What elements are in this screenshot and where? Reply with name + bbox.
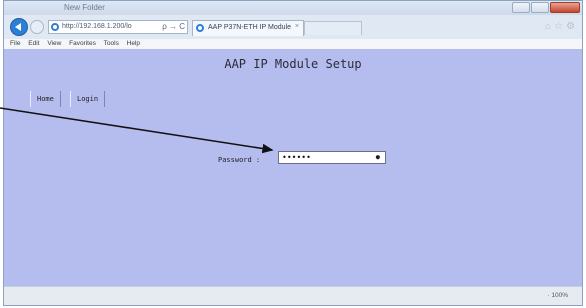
menu-item-tools[interactable]: Tools <box>104 39 119 49</box>
page-content: AAP IP Module Setup Home Login Password … <box>4 49 582 289</box>
tab-active[interactable]: AAP P37N-ETH IP Module × <box>192 20 304 36</box>
forward-button[interactable] <box>30 20 44 34</box>
password-value: •••••• <box>282 153 311 162</box>
tab-close-icon[interactable]: × <box>295 23 299 30</box>
toolbar-icons[interactable]: ⌂☆⚙ <box>545 21 578 32</box>
page-title: AAP IP Module Setup <box>224 57 362 71</box>
menu-item-view[interactable]: View <box>47 39 61 49</box>
new-tab-button[interactable] <box>304 21 362 35</box>
nav-home-link[interactable]: Home <box>30 91 61 107</box>
address-url: http://192.168.1.200/lo <box>62 23 132 30</box>
maximize-button[interactable] <box>531 2 549 13</box>
minimize-button[interactable] <box>512 2 530 13</box>
browser-window: New Folder http://192.168.1.200/lo ρ → C… <box>3 0 583 306</box>
ie-logo-icon <box>196 24 204 32</box>
password-label: Password : <box>218 156 261 164</box>
reveal-password-icon[interactable]: ● <box>376 152 380 163</box>
nav-login-link[interactable]: Login <box>70 91 106 107</box>
password-field[interactable]: •••••• ● <box>278 151 386 164</box>
title-bar: New Folder <box>4 1 582 15</box>
menu-item-favorites[interactable]: Favorites <box>69 39 96 49</box>
menu-item-help[interactable]: Help <box>127 39 140 49</box>
address-bar[interactable]: http://192.168.1.200/lo ρ → C <box>48 20 188 34</box>
tab-title: AAP P37N-ETH IP Module <box>208 24 292 31</box>
zoom-level[interactable]: · 100% <box>547 292 568 299</box>
status-bar: · 100% <box>4 286 582 305</box>
back-button[interactable] <box>10 18 28 36</box>
menu-item-edit[interactable]: Edit <box>28 39 39 49</box>
address-controls[interactable]: ρ → C <box>162 22 185 31</box>
navigation-row: http://192.168.1.200/lo ρ → C AAP P37N-E… <box>4 15 582 39</box>
ie-logo-icon <box>51 23 59 31</box>
menu-item-file[interactable]: File <box>10 39 20 49</box>
window-title: New Folder <box>64 3 105 12</box>
close-window-button[interactable] <box>550 2 580 13</box>
